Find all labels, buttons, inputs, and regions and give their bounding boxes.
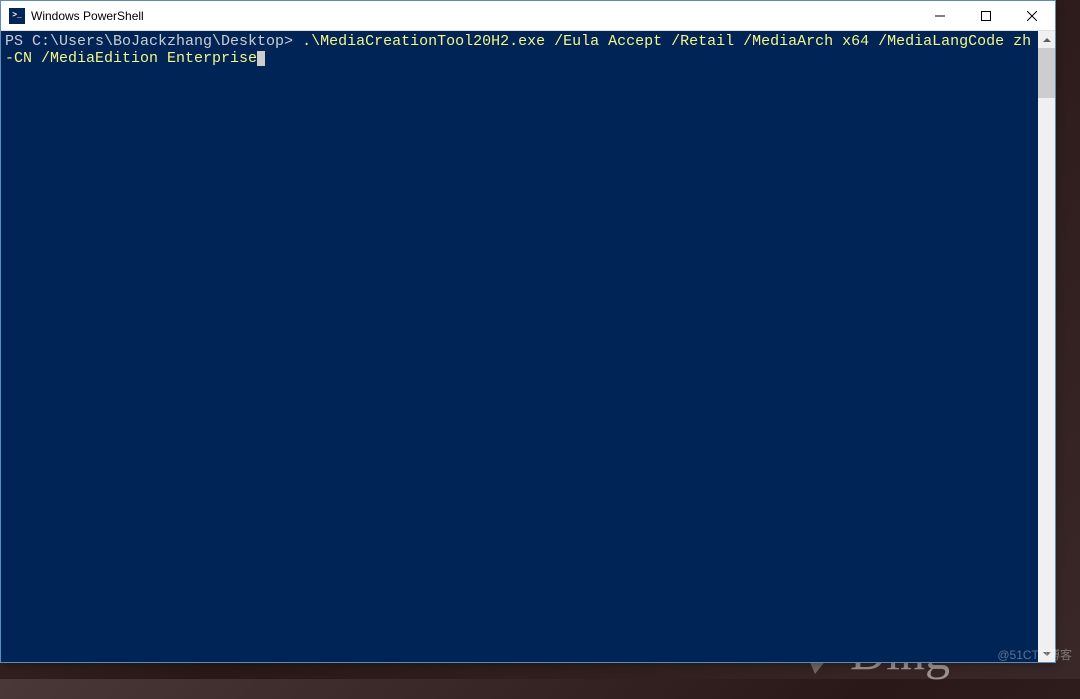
terminal-content[interactable]: PS C:\Users\BoJackzhang\Desktop> .\Media…	[1, 31, 1038, 662]
chevron-up-icon	[1043, 38, 1051, 42]
powershell-icon	[9, 8, 25, 24]
cursor	[257, 51, 265, 66]
scrollbar-thumb[interactable]	[1038, 48, 1055, 98]
scroll-up-button[interactable]	[1038, 31, 1055, 48]
terminal-area: PS C:\Users\BoJackzhang\Desktop> .\Media…	[1, 31, 1055, 662]
minimize-button[interactable]	[917, 1, 963, 30]
titlebar[interactable]: Windows PowerShell	[1, 1, 1055, 31]
prompt: PS C:\Users\BoJackzhang\Desktop>	[5, 33, 302, 50]
maximize-button[interactable]	[963, 1, 1009, 30]
window-title: Windows PowerShell	[31, 9, 917, 23]
window-controls	[917, 1, 1055, 30]
close-icon	[1027, 11, 1037, 21]
vertical-scrollbar[interactable]	[1038, 31, 1055, 662]
close-button[interactable]	[1009, 1, 1055, 30]
maximize-icon	[981, 11, 991, 21]
minimize-icon	[935, 11, 945, 21]
scrollbar-track[interactable]	[1038, 48, 1055, 645]
watermark: @51CTO博客	[997, 646, 1072, 663]
powershell-window: Windows PowerShell PS C:\Users\BoJackzha	[0, 0, 1056, 663]
